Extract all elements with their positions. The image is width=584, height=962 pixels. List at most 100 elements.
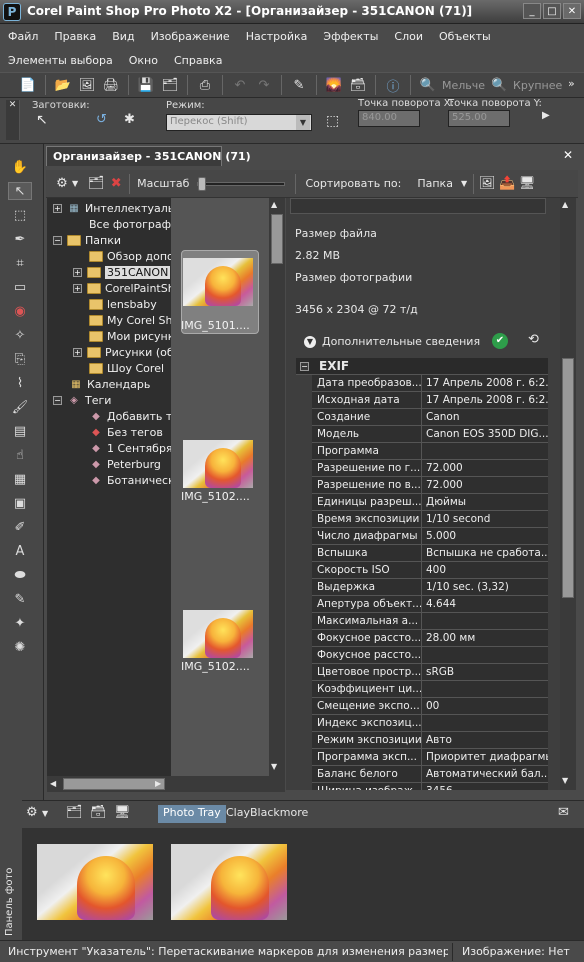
zoom-larger-label[interactable]: Крупнее [513, 79, 562, 92]
remove-from-tray-icon[interactable]: 🗃 [90, 805, 107, 820]
color-replacer-icon[interactable]: ▦ [8, 470, 32, 488]
tray-photo[interactable] [37, 844, 153, 920]
exif-row[interactable]: Коэффициент ци... [312, 681, 548, 698]
refresh-icon[interactable]: ⟲ [528, 332, 539, 347]
tree-item[interactable]: + CorelPaintSh [73, 280, 171, 296]
organizer-tab[interactable]: Организайзер - 351CANON (71) [46, 146, 251, 166]
scratch-remover-icon[interactable]: ⌇ [8, 374, 32, 392]
mail-icon[interactable]: ✉ [558, 805, 569, 820]
paint-brush-icon[interactable]: 🖌 [8, 398, 32, 416]
photo-thumbnail[interactable] [183, 440, 253, 488]
tree-item[interactable]: My Corel Sh [89, 312, 171, 328]
menu-help[interactable]: Справка [166, 54, 230, 67]
chevron-down-icon[interactable]: ▼ [461, 179, 467, 188]
scan-icon[interactable]: 🖨 [101, 75, 121, 95]
pointer-tool-icon[interactable]: ↖ [8, 182, 32, 200]
exif-row[interactable]: Смещение экспо... 00 [312, 698, 548, 715]
options-scroll-right-icon[interactable]: ▶ [542, 110, 550, 121]
gear-icon[interactable]: ⚙ [52, 174, 72, 194]
organizer-icon[interactable]: 🗃 [348, 75, 368, 95]
tree-item[interactable]: ◆ 1 Сентября [89, 440, 171, 456]
scroll-left-icon[interactable]: ◀ [50, 779, 56, 788]
save-as-icon[interactable]: 🗂 [160, 75, 180, 95]
scroll-thumb[interactable] [271, 214, 283, 264]
exif-row[interactable]: Баланс белого Автоматический бал... [312, 766, 548, 783]
red-eye-tool-icon[interactable]: ◉ [8, 302, 32, 320]
exif-row[interactable]: Программа [312, 443, 548, 460]
makeover-tool-icon[interactable]: ✧ [8, 326, 32, 344]
expand-circle-icon[interactable]: ▼ [304, 336, 316, 348]
exif-row[interactable]: Выдержка 1/10 sec. (3,32) [312, 579, 548, 596]
mode-select[interactable]: Перекос (Shift) [166, 114, 312, 131]
exif-row[interactable]: Фокусное рассто... [312, 647, 548, 664]
reset-icon[interactable]: ↺ [96, 112, 107, 127]
tab-photo-tray[interactable]: Photo Tray [158, 805, 226, 823]
tree-item[interactable]: Мои рисунк [89, 328, 171, 344]
exif-row[interactable]: Разрешение по в... 72.000 [312, 477, 548, 494]
expand-icon[interactable]: + [73, 347, 82, 357]
tree-item[interactable]: Все фотографи [89, 216, 171, 232]
zoom-out-icon[interactable]: 🔍 [418, 75, 438, 95]
minimize-button[interactable]: _ [523, 3, 541, 19]
tree-item[interactable]: Обзор допо [89, 248, 171, 264]
scroll-up-icon[interactable]: ▲ [271, 200, 277, 209]
collapse-icon[interactable]: − [300, 361, 309, 371]
collection-icon[interactable]: 🗂 [86, 174, 106, 194]
exif-row[interactable]: Режим экспозиции Авто [312, 732, 548, 749]
info-icon[interactable]: ⓘ [383, 75, 403, 95]
exif-row[interactable]: Апертура объект... 4.644 [312, 596, 548, 613]
menu-view[interactable]: Вид [104, 30, 142, 43]
photo-thumbnail[interactable] [183, 258, 253, 306]
exif-row[interactable]: Время экспозиции 1/10 second [312, 511, 548, 528]
menu-file[interactable]: Файл [0, 30, 46, 43]
pivot-y-field[interactable]: 525.00 [448, 110, 510, 127]
photo-thumbnail[interactable] [183, 610, 253, 658]
add-to-tray-icon[interactable]: 🗂 [66, 805, 83, 820]
tree-item[interactable]: ◆ Ботаническ [89, 472, 171, 488]
scroll-thumb[interactable] [63, 778, 165, 790]
zoom-smaller-label[interactable]: Мельче [442, 79, 485, 92]
chevron-down-icon[interactable]: ▼ [296, 115, 310, 130]
expand-icon[interactable]: + [53, 203, 62, 213]
tray-photo[interactable] [171, 844, 287, 920]
zoom-in-icon[interactable]: 🔍 [489, 75, 509, 95]
options-grip-icon[interactable]: ✕ [6, 100, 20, 140]
tree-hscrollbar[interactable]: ◀ ▶ [47, 776, 285, 792]
exif-row[interactable]: Разрешение по г... 72.000 [312, 460, 548, 477]
chevron-down-icon[interactable]: ▼ [72, 179, 78, 188]
tree-item-selected[interactable]: +351CANON [73, 264, 171, 280]
tree-item[interactable]: Шоу Corel [89, 360, 164, 376]
undo-icon[interactable]: ↶ [230, 75, 250, 95]
gear-icon[interactable]: ⚙ [26, 805, 38, 820]
scroll-up-icon[interactable]: ▲ [562, 200, 568, 209]
toolbar-overflow-icon[interactable]: » [568, 77, 575, 90]
pen-tool-icon[interactable]: ✎ [8, 590, 32, 608]
sort-select[interactable]: Папка [417, 177, 453, 190]
tree-item[interactable]: ▦ Календарь [69, 376, 150, 392]
check-icon[interactable]: ✔ [492, 333, 508, 349]
eyedropper-tool-icon[interactable]: ✒ [8, 230, 32, 248]
thumbnail-scrollbar[interactable]: ▲ ▼ [269, 198, 285, 776]
send-tray-icon[interactable]: 📤 [497, 174, 517, 194]
close-button[interactable]: ✕ [563, 3, 581, 19]
save-icon[interactable]: 💾 [136, 75, 156, 95]
chevron-down-icon[interactable]: ▼ [42, 809, 48, 818]
menu-effects[interactable]: Эффекты [315, 30, 386, 43]
fill-tool-icon[interactable]: ▣ [8, 494, 32, 512]
edit-selection-icon[interactable]: ✎ [289, 75, 309, 95]
menu-window[interactable]: Окно [121, 54, 166, 67]
delete-icon[interactable]: ✖ [106, 174, 126, 194]
browse-icon[interactable]: 🖼 [77, 75, 97, 95]
expand-icon[interactable]: + [73, 267, 82, 277]
exif-row[interactable]: Создание Canon [312, 409, 548, 426]
selection-tool-icon[interactable]: ⬚ [8, 206, 32, 224]
menu-selections[interactable]: Элементы выбора [0, 54, 121, 67]
text-tool-icon[interactable]: A [8, 542, 32, 560]
menu-image[interactable]: Изображение [143, 30, 238, 43]
eraser-tool-icon[interactable]: ✐ [8, 518, 32, 536]
exif-row[interactable]: Дата преобразов... 17 Апрель 2008 г. 6:2.… [312, 375, 548, 392]
scroll-down-icon[interactable]: ▼ [271, 762, 277, 771]
clone-tool-icon[interactable]: ⎘ [8, 350, 32, 368]
tree-item[interactable]: ◆ Peterburg [89, 456, 161, 472]
more-info-label[interactable]: Дополнительные сведения [322, 335, 480, 348]
